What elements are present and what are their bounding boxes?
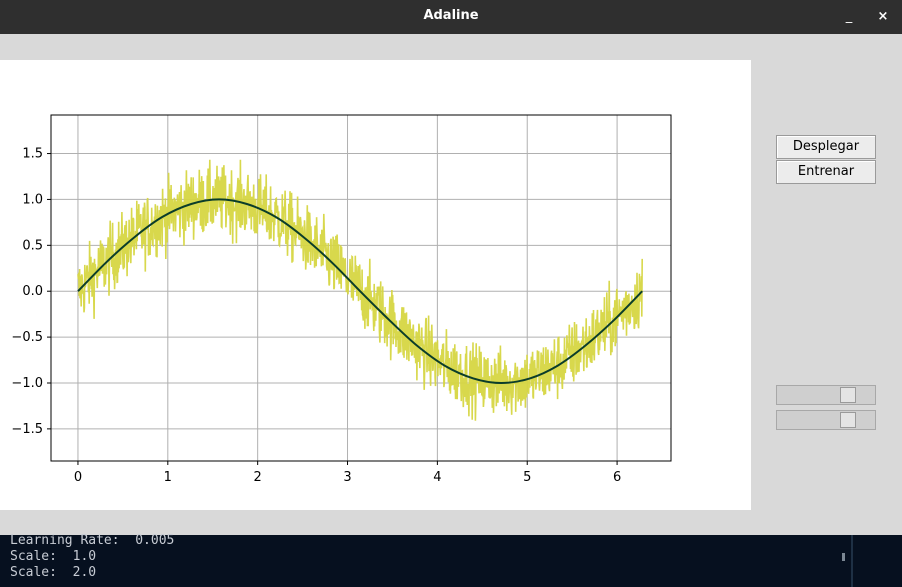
y-tick-label: −0.5 bbox=[11, 330, 43, 345]
y-tick-label: −1.0 bbox=[11, 376, 43, 391]
window-title: Adaline bbox=[423, 8, 479, 23]
title-bar: Adaline _ × bbox=[0, 0, 902, 34]
learning-rate-slider[interactable] bbox=[776, 385, 876, 405]
plot-canvas: 0 1 2 3 4 5 6 1.5 1.0 0.5 0.0 −0.5 −1.0 −1.5 bbox=[0, 60, 751, 510]
x-tick-label: 4 bbox=[433, 470, 441, 485]
minimize-button[interactable]: _ bbox=[838, 6, 860, 28]
learning-rate-slider-handle[interactable] bbox=[840, 387, 856, 403]
y-tick-label: 0.5 bbox=[22, 238, 43, 253]
x-tick-label: 3 bbox=[343, 470, 351, 485]
terminal-scrollbar[interactable] bbox=[842, 553, 845, 561]
sine-chart: 0 1 2 3 4 5 6 1.5 1.0 0.5 0.0 −0.5 −1.0 −1.5 bbox=[11, 114, 672, 485]
y-tick-label: 0.0 bbox=[22, 284, 43, 299]
terminal-line-learning-rate: Learning Rate: 0.005 bbox=[10, 533, 175, 548]
y-tick-label: −1.5 bbox=[11, 422, 43, 437]
x-tick-label: 5 bbox=[523, 470, 531, 485]
x-tick-label: 0 bbox=[74, 470, 82, 485]
scale-slider-handle[interactable] bbox=[840, 412, 856, 428]
terminal-line-scale-1: Scale: 1.0 bbox=[10, 549, 97, 564]
terminal-output: Learning Rate: 0.005 Scale: 1.0 Scale: 2… bbox=[0, 533, 902, 587]
x-tick-label: 6 bbox=[613, 470, 621, 485]
terminal-divider bbox=[851, 535, 853, 587]
terminal-line-scale-2: Scale: 2.0 bbox=[10, 565, 97, 580]
y-tick-label: 1.5 bbox=[22, 147, 43, 162]
scale-slider[interactable] bbox=[776, 410, 876, 430]
train-button[interactable]: Entrenar bbox=[776, 160, 876, 184]
x-tick-label: 2 bbox=[254, 470, 262, 485]
y-tick-label: 1.0 bbox=[22, 192, 43, 207]
close-button[interactable]: × bbox=[872, 6, 894, 28]
x-tick-label: 1 bbox=[164, 470, 172, 485]
deploy-button[interactable]: Desplegar bbox=[776, 135, 876, 159]
